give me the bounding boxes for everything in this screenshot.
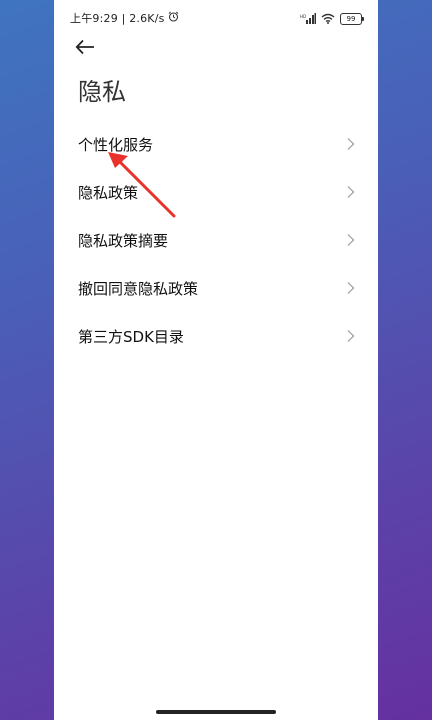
- menu-item-label: 撤回同意隐私政策: [78, 279, 199, 298]
- svg-text:HD: HD: [300, 14, 306, 19]
- menu-item-label: 第三方SDK目录: [78, 327, 184, 346]
- status-right: HD 99: [300, 9, 364, 28]
- app-screen: 上午9:29 | 2.6K/s HD 99 隐私 个性化服务 隐私政策 隐私政策…: [54, 0, 378, 720]
- battery-icon: 99: [340, 12, 364, 25]
- back-button[interactable]: [74, 36, 98, 58]
- chevron-right-icon: [347, 186, 355, 198]
- wifi-icon: [321, 9, 335, 28]
- menu-item-label: 隐私政策: [78, 183, 139, 202]
- status-left: 上午9:29 | 2.6K/s: [70, 10, 179, 26]
- chevron-right-icon: [347, 234, 355, 246]
- menu-item-withdraw-consent[interactable]: 撤回同意隐私政策: [54, 264, 378, 312]
- chevron-right-icon: [347, 138, 355, 150]
- alarm-icon: [168, 11, 179, 25]
- menu-item-third-party-sdk[interactable]: 第三方SDK目录: [54, 312, 378, 360]
- signal-icon: HD: [300, 9, 316, 28]
- menu-item-privacy-summary[interactable]: 隐私政策摘要: [54, 216, 378, 264]
- menu-item-personalized-service[interactable]: 个性化服务: [54, 120, 378, 168]
- menu-item-label: 个性化服务: [78, 135, 154, 154]
- menu-item-privacy-policy[interactable]: 隐私政策: [54, 168, 378, 216]
- home-indicator[interactable]: [156, 710, 276, 714]
- settings-menu-list: 个性化服务 隐私政策 隐私政策摘要 撤回同意隐私政策 第三方SDK目录: [54, 120, 378, 360]
- chevron-right-icon: [347, 282, 355, 294]
- back-arrow-icon: [75, 39, 94, 55]
- status-time-speed: 上午9:29 | 2.6K/s: [70, 12, 165, 25]
- page-title: 隐私: [78, 78, 126, 106]
- menu-item-label: 隐私政策摘要: [78, 231, 169, 250]
- chevron-right-icon: [347, 330, 355, 342]
- status-bar: 上午9:29 | 2.6K/s HD 99: [54, 0, 378, 34]
